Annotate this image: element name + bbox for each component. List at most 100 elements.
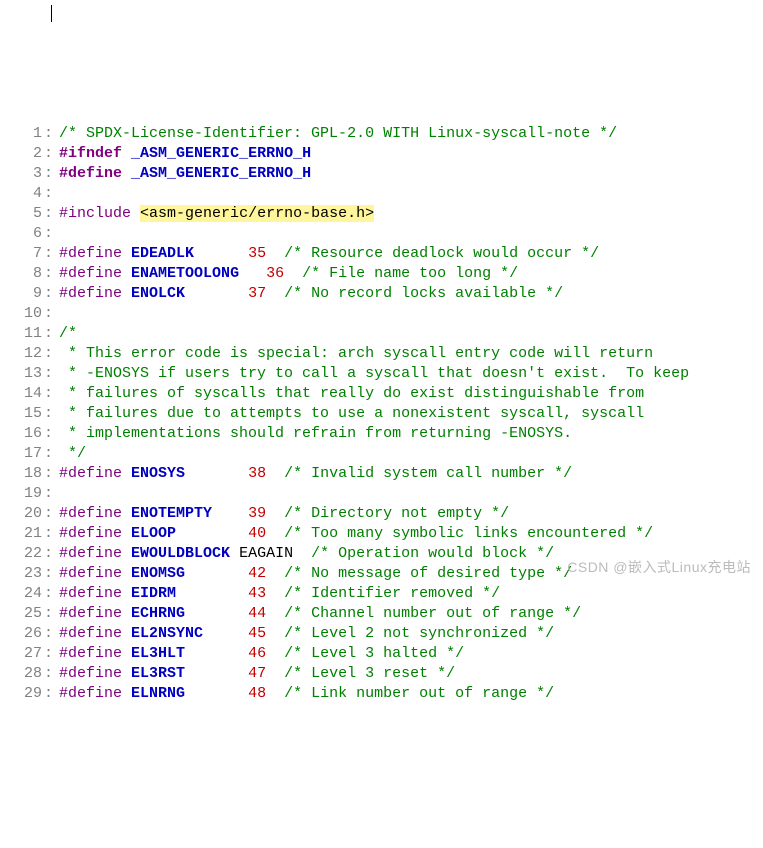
line-number-colon: :: [44, 504, 59, 524]
line-number: 16: [0, 424, 44, 444]
line-number-colon: :: [44, 644, 59, 664]
code-listing: 1:/* SPDX-License-Identifier: GPL-2.0 WI…: [0, 124, 763, 704]
code-text: #include <asm-generic/errno-base.h>: [59, 204, 763, 224]
line-number: 9: [0, 284, 44, 304]
code-line: 28:#define EL3RST 47 /* Level 3 reset */: [0, 664, 763, 684]
line-number: 17: [0, 444, 44, 464]
code-text: [59, 304, 763, 324]
code-line: 27:#define EL3HLT 46 /* Level 3 halted *…: [0, 644, 763, 664]
code-line: 19:: [0, 484, 763, 504]
line-number-colon: :: [44, 684, 59, 704]
line-number-colon: :: [44, 244, 59, 264]
line-number: 29: [0, 684, 44, 704]
code-text: * -ENOSYS if users try to call a syscall…: [59, 364, 763, 384]
line-number-colon: :: [44, 524, 59, 544]
code-line: 1:/* SPDX-License-Identifier: GPL-2.0 WI…: [0, 124, 763, 144]
code-line: 7:#define EDEADLK 35 /* Resource deadloc…: [0, 244, 763, 264]
code-line: 18:#define ENOSYS 38 /* Invalid system c…: [0, 464, 763, 484]
code-text: [59, 224, 763, 244]
code-line: 12: * This error code is special: arch s…: [0, 344, 763, 364]
code-text: #define ENOMSG 42 /* No message of desir…: [59, 564, 763, 584]
line-number-colon: :: [44, 124, 59, 144]
line-number-colon: :: [44, 344, 59, 364]
code-text: #define EL3RST 47 /* Level 3 reset */: [59, 664, 763, 684]
code-line: 20:#define ENOTEMPTY 39 /* Directory not…: [0, 504, 763, 524]
code-line: 24:#define EIDRM 43 /* Identifier remove…: [0, 584, 763, 604]
line-number-colon: :: [44, 224, 59, 244]
line-number-colon: :: [44, 284, 59, 304]
line-number-colon: :: [44, 604, 59, 624]
code-text: [59, 484, 763, 504]
line-number-colon: :: [44, 304, 59, 324]
code-line: 2:#ifndef _ASM_GENERIC_ERRNO_H: [0, 144, 763, 164]
line-number: 3: [0, 164, 44, 184]
line-number: 6: [0, 224, 44, 244]
code-text: #define ENOLCK 37 /* No record locks ava…: [59, 284, 763, 304]
code-text: * failures of syscalls that really do ex…: [59, 384, 763, 404]
line-number-colon: :: [44, 564, 59, 584]
code-line: 3:#define _ASM_GENERIC_ERRNO_H: [0, 164, 763, 184]
line-number-colon: :: [44, 324, 59, 344]
code-line: 9:#define ENOLCK 37 /* No record locks a…: [0, 284, 763, 304]
line-number: 18: [0, 464, 44, 484]
line-number: 7: [0, 244, 44, 264]
code-text: #define ELOOP 40 /* Too many symbolic li…: [59, 524, 763, 544]
line-number: 10: [0, 304, 44, 324]
code-text: #define ELNRNG 48 /* Link number out of …: [59, 684, 763, 704]
code-line: 5:#include <asm-generic/errno-base.h>: [0, 204, 763, 224]
line-number: 23: [0, 564, 44, 584]
code-line: 21:#define ELOOP 40 /* Too many symbolic…: [0, 524, 763, 544]
code-text: #define EWOULDBLOCK EAGAIN /* Operation …: [59, 544, 763, 564]
code-line: 10:: [0, 304, 763, 324]
line-number-colon: :: [44, 184, 59, 204]
code-line: 4:: [0, 184, 763, 204]
line-number: 19: [0, 484, 44, 504]
code-line: 8:#define ENAMETOOLONG 36 /* File name t…: [0, 264, 763, 284]
code-line: 15: * failures due to attempts to use a …: [0, 404, 763, 424]
code-line: 6:: [0, 224, 763, 244]
code-line: 11:/*: [0, 324, 763, 344]
line-number-colon: :: [44, 444, 59, 464]
code-line: 16: * implementations should refrain fro…: [0, 424, 763, 444]
code-line: 26:#define EL2NSYNC 45 /* Level 2 not sy…: [0, 624, 763, 644]
line-number-colon: :: [44, 624, 59, 644]
line-number: 11: [0, 324, 44, 344]
code-text: */: [59, 444, 763, 464]
line-number-colon: :: [44, 664, 59, 684]
code-text: * This error code is special: arch sysca…: [59, 344, 763, 364]
code-line: 29:#define ELNRNG 48 /* Link number out …: [0, 684, 763, 704]
line-number-colon: :: [44, 164, 59, 184]
code-line: 22:#define EWOULDBLOCK EAGAIN /* Operati…: [0, 544, 763, 564]
code-text: /*: [59, 324, 763, 344]
code-text: #define EL3HLT 46 /* Level 3 halted */: [59, 644, 763, 664]
code-text: #define EL2NSYNC 45 /* Level 2 not synch…: [59, 624, 763, 644]
line-number: 21: [0, 524, 44, 544]
line-number-colon: :: [44, 384, 59, 404]
code-line: 23:#define ENOMSG 42 /* No message of de…: [0, 564, 763, 584]
line-number-colon: :: [44, 264, 59, 284]
line-number-colon: :: [44, 464, 59, 484]
line-number: 4: [0, 184, 44, 204]
code-text: #define ECHRNG 44 /* Channel number out …: [59, 604, 763, 624]
line-number: 2: [0, 144, 44, 164]
code-text: /* SPDX-License-Identifier: GPL-2.0 WITH…: [59, 124, 763, 144]
code-text: #define ENOTEMPTY 39 /* Directory not em…: [59, 504, 763, 524]
line-number: 28: [0, 664, 44, 684]
line-number-colon: :: [44, 364, 59, 384]
line-number: 20: [0, 504, 44, 524]
line-number: 8: [0, 264, 44, 284]
code-line: 13: * -ENOSYS if users try to call a sys…: [0, 364, 763, 384]
code-line: 14: * failures of syscalls that really d…: [0, 384, 763, 404]
text-cursor: [51, 5, 52, 22]
code-text: #define _ASM_GENERIC_ERRNO_H: [59, 164, 763, 184]
code-text: #define ENOSYS 38 /* Invalid system call…: [59, 464, 763, 484]
line-number: 26: [0, 624, 44, 644]
line-number: 14: [0, 384, 44, 404]
line-number: 24: [0, 584, 44, 604]
code-text: #define ENAMETOOLONG 36 /* File name too…: [59, 264, 763, 284]
line-number: 15: [0, 404, 44, 424]
code-text: * implementations should refrain from re…: [59, 424, 763, 444]
line-number: 12: [0, 344, 44, 364]
line-number-colon: :: [44, 144, 59, 164]
line-number: 13: [0, 364, 44, 384]
